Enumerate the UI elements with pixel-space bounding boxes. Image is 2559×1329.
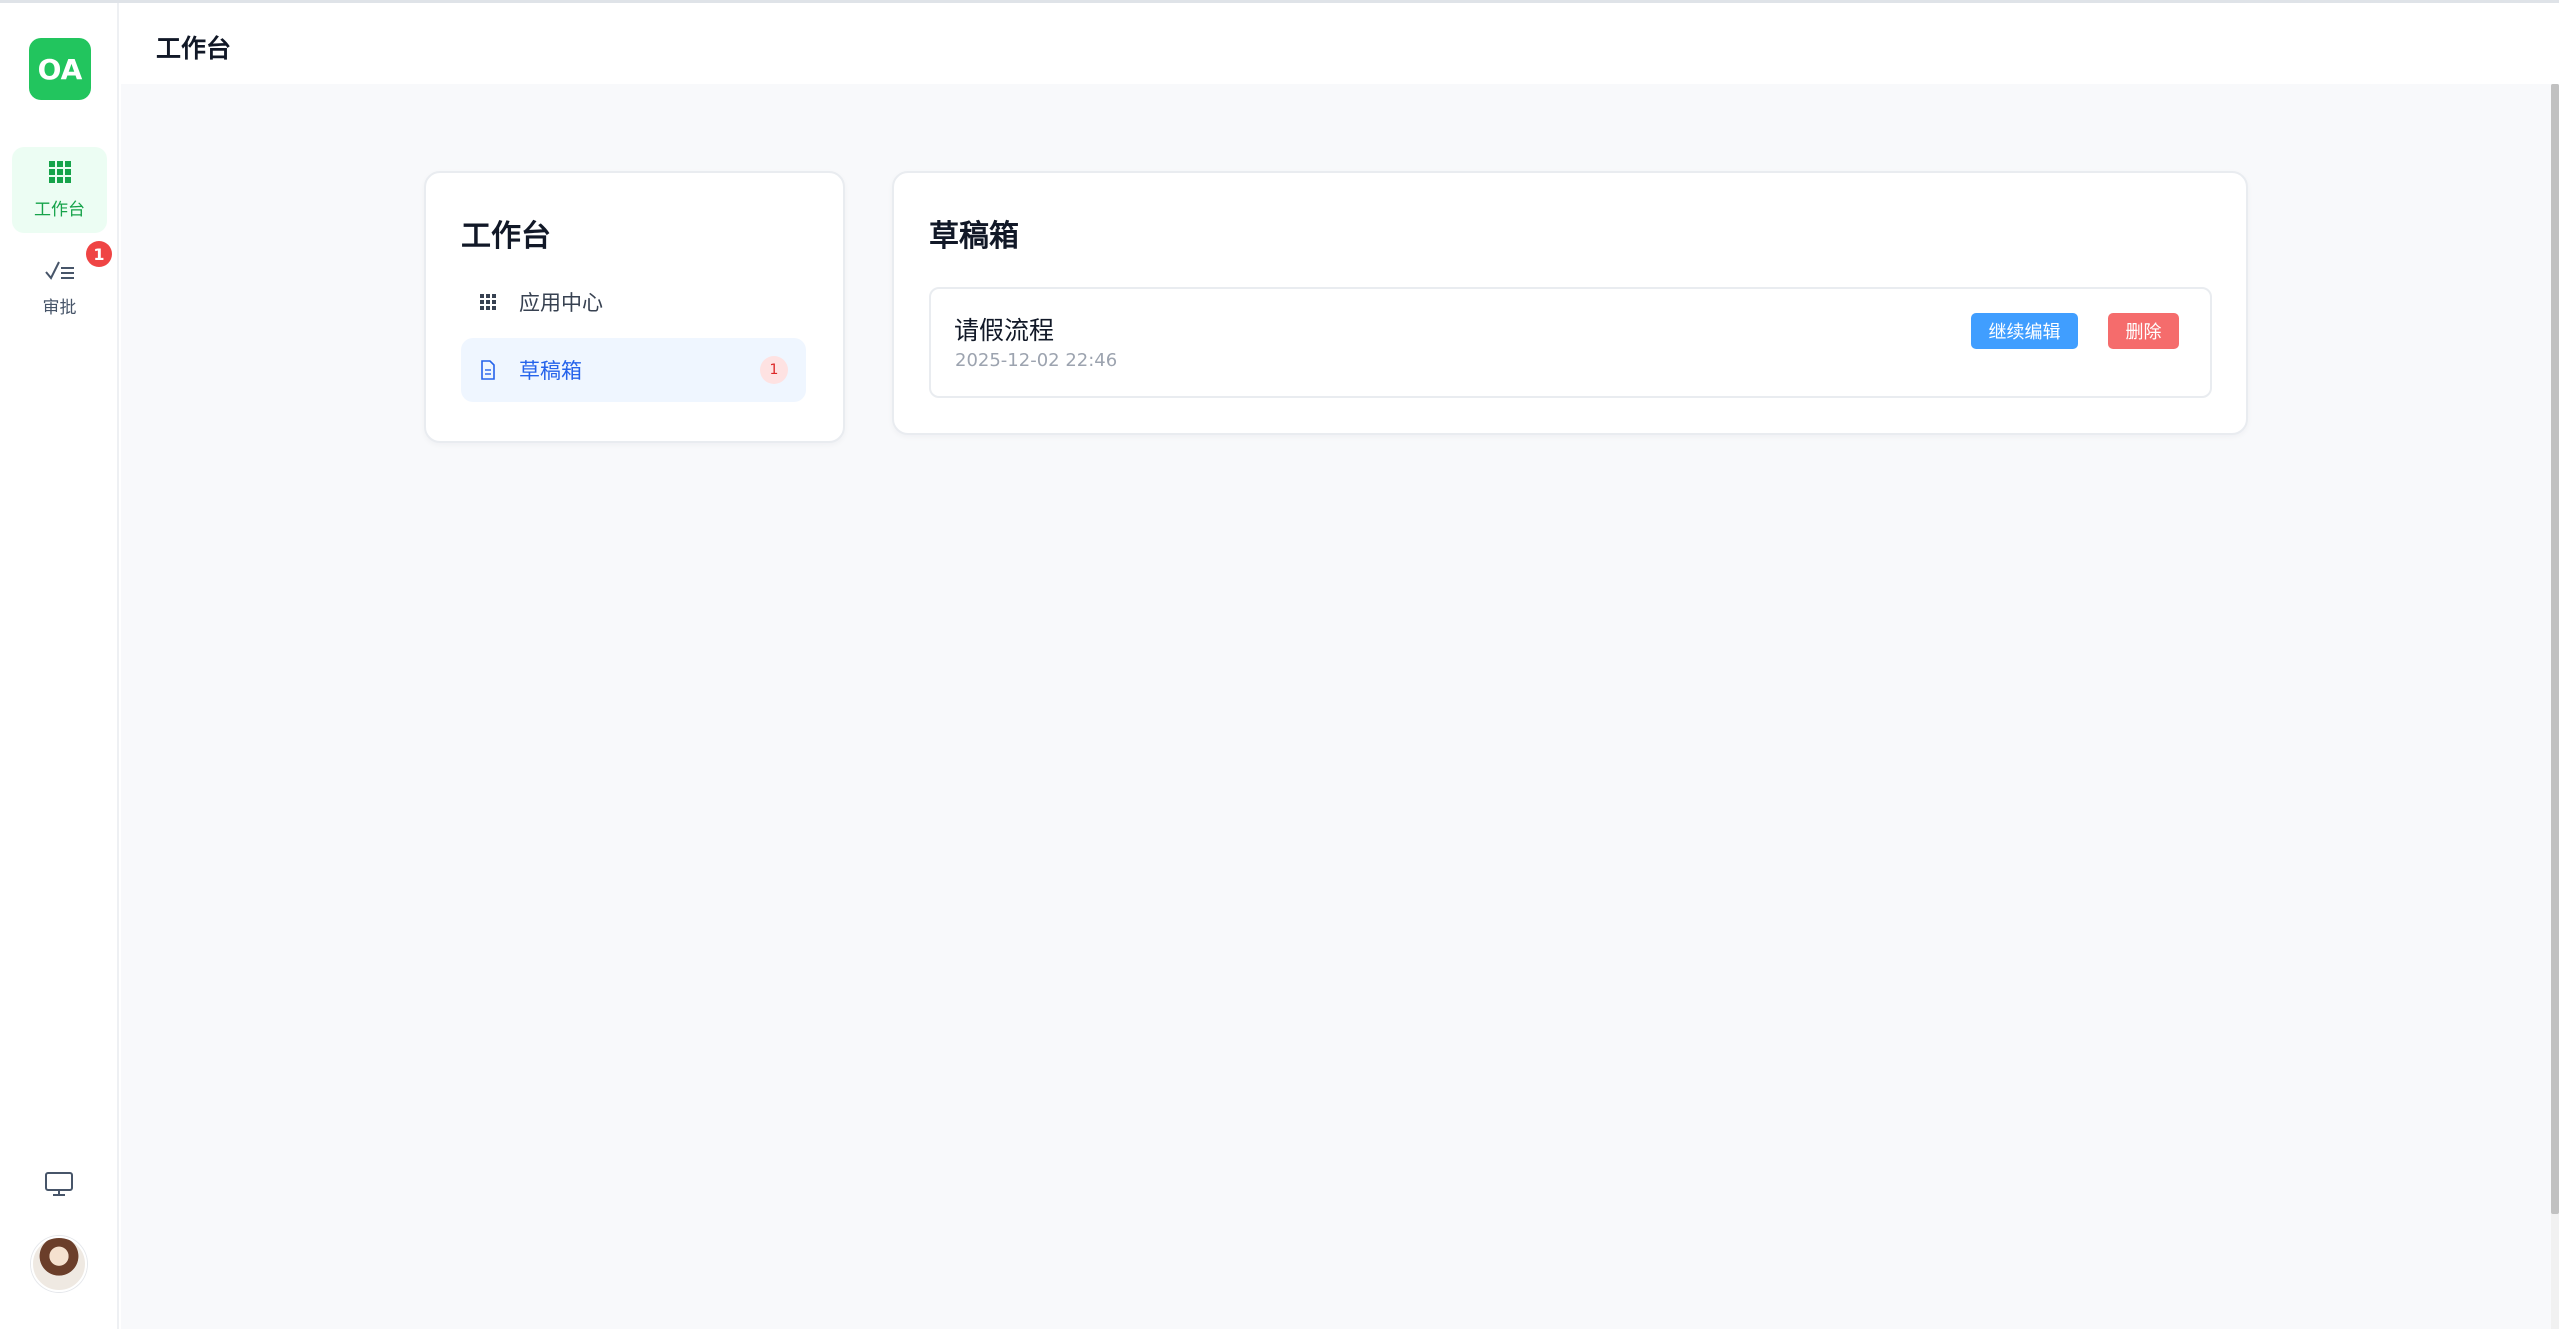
delete-button[interactable]: 删除 [2108, 313, 2179, 349]
draft-item: 请假流程 2025-12-02 22:46 继续编辑 删除 [929, 287, 2212, 398]
main-content: 工作台 应用中心 草稿箱 1 草稿箱 请假流程 2025-12-02 22:46… [121, 84, 2551, 1329]
menu-item-app-center[interactable]: 应用中心 [461, 270, 806, 334]
card-title: 工作台 [461, 219, 551, 254]
card-title: 草稿箱 [929, 219, 1019, 254]
page-header: 工作台 [121, 3, 2559, 84]
menu-item-drafts[interactable]: 草稿箱 1 [461, 338, 806, 402]
menu-item-label: 应用中心 [519, 291, 603, 315]
scrollbar-thumb[interactable] [2551, 84, 2559, 1214]
drafts-count-badge: 1 [760, 356, 788, 384]
approval-count-badge: 1 [86, 241, 112, 267]
app-logo[interactable]: OA [29, 38, 91, 100]
rail-item-label: 审批 [42, 298, 77, 318]
continue-edit-button[interactable]: 继续编辑 [1971, 313, 2078, 349]
draft-name: 请假流程 [954, 316, 1055, 345]
drafts-card: 草稿箱 请假流程 2025-12-02 22:46 继续编辑 删除 [892, 171, 2248, 435]
rail-item-label: 工作台 [34, 200, 85, 220]
monitor-icon[interactable] [44, 1171, 74, 1201]
left-rail: OA 工作台 审批 1 [0, 3, 119, 1329]
menu-item-label: 草稿箱 [519, 359, 582, 383]
workbench-menu-card: 工作台 应用中心 草稿箱 1 [424, 171, 845, 443]
grid-icon [477, 294, 499, 310]
draft-timestamp: 2025-12-02 22:46 [955, 350, 1118, 371]
grid-icon [48, 160, 72, 189]
page-title: 工作台 [156, 34, 232, 63]
approval-checklist-icon [44, 260, 75, 287]
document-icon [477, 360, 499, 380]
rail-item-workbench[interactable]: 工作台 [12, 147, 107, 233]
avatar[interactable] [31, 1236, 87, 1292]
